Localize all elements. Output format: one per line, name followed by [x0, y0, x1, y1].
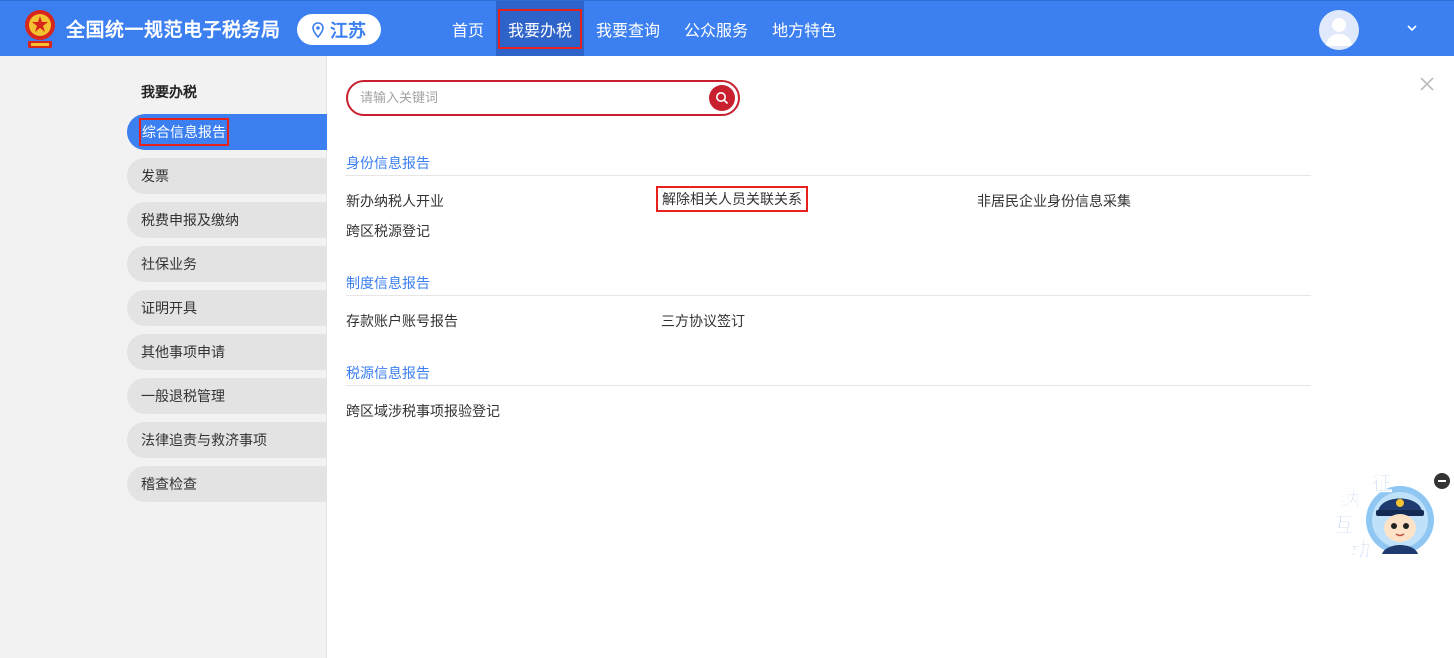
link-new-taxpayer[interactable]: 新办纳税人开业	[346, 191, 444, 211]
search-box	[346, 80, 740, 116]
sidebar-item-label: 一般退税管理	[141, 389, 225, 405]
link-tripartite-agreement[interactable]: 三方协议签订	[661, 311, 745, 331]
sidebar-heading: 我要办税	[141, 85, 197, 101]
widget-char: 动	[1350, 537, 1370, 561]
section-links: 新办纳税人开业 解除相关人员关联关系 非居民企业身份信息采集 跨区税源登记	[346, 176, 1311, 240]
mascot-icon: 征 纳 互 动	[1334, 471, 1434, 561]
link-nonresident-identity[interactable]: 非居民企业身份信息采集	[977, 191, 1131, 211]
sidebar-item-label: 税费申报及缴纳	[141, 213, 239, 229]
section-title: 税源信息报告	[346, 362, 1311, 386]
sidebar-item-tax-declaration[interactable]: 税费申报及缴纳	[127, 202, 327, 238]
nav-label: 公众服务	[684, 21, 749, 40]
sidebar-item-tax-refund[interactable]: 一般退税管理	[127, 378, 327, 414]
link-bank-account-report[interactable]: 存款账户账号报告	[346, 311, 458, 331]
section-tax-source-report: 税源信息报告 跨区域涉税事项报验登记	[346, 362, 1311, 446]
main-content: 身份信息报告 新办纳税人开业 解除相关人员关联关系 非居民企业身份信息采集 跨区…	[327, 56, 1454, 658]
link-cross-region-source[interactable]: 跨区税源登记	[346, 221, 430, 241]
location-pin-icon	[312, 21, 324, 38]
link-cross-region-inspection[interactable]: 跨区域涉税事项报验登记	[346, 401, 500, 421]
sidebar-item-legal-remedy[interactable]: 法律追责与救济事项	[127, 422, 327, 458]
nav-label: 我要办税	[498, 9, 583, 49]
user-avatar[interactable]	[1319, 10, 1359, 50]
nav-label: 地方特色	[772, 21, 837, 40]
nav-home[interactable]: 首页	[440, 1, 496, 57]
search-button[interactable]	[709, 85, 735, 111]
region-name: 江苏	[330, 20, 366, 42]
sidebar-item-other-applications[interactable]: 其他事项申请	[127, 334, 327, 370]
top-header: 全国统一规范电子税务局 江苏 首页 我要办税 我要查询 公众服务 地方特色	[0, 0, 1454, 57]
sidebar-item-comprehensive-report[interactable]: 综合信息报告	[127, 114, 327, 150]
section-title: 制度信息报告	[346, 272, 1311, 296]
sidebar-item-label: 综合信息报告	[139, 118, 229, 146]
region-selector[interactable]: 江苏	[297, 14, 381, 45]
tax-emblem-icon	[25, 10, 55, 48]
sidebar-item-label: 其他事项申请	[141, 345, 225, 361]
widget-char: 征	[1372, 471, 1392, 495]
nav-tax-handling[interactable]: 我要办税	[496, 1, 585, 57]
section-title: 身份信息报告	[346, 152, 1311, 176]
close-icon[interactable]	[1417, 74, 1437, 94]
nav-local-features[interactable]: 地方特色	[760, 1, 848, 57]
widget-char: 互	[1334, 513, 1354, 537]
widget-close-button[interactable]	[1434, 473, 1450, 489]
interaction-widget[interactable]: 征 纳 互 动	[1330, 468, 1440, 568]
nav-label: 首页	[452, 21, 485, 40]
sidebar-menu: 综合信息报告 发票 税费申报及缴纳 社保业务 证明开具 其他事项申请 一般退税管…	[127, 114, 327, 510]
site-title: 全国统一规范电子税务局	[66, 19, 281, 41]
nav-label: 我要查询	[596, 21, 661, 40]
nav-public-service[interactable]: 公众服务	[672, 1, 760, 57]
search-icon	[716, 92, 729, 105]
sidebar-item-label: 发票	[141, 169, 169, 185]
sidebar: 我要办税 综合信息报告 发票 税费申报及缴纳 社保业务 证明开具 其他事项申请 …	[0, 56, 327, 658]
section-links: 存款账户账号报告 三方协议签订	[346, 296, 1311, 356]
sidebar-item-invoice[interactable]: 发票	[127, 158, 327, 194]
sidebar-item-social-insurance[interactable]: 社保业务	[127, 246, 327, 282]
main-nav: 首页 我要办税 我要查询 公众服务 地方特色	[440, 1, 848, 57]
section-system-report: 制度信息报告 存款账户账号报告 三方协议签订	[346, 272, 1311, 356]
link-remove-association[interactable]: 解除相关人员关联关系	[656, 186, 808, 212]
search-input[interactable]	[360, 88, 700, 108]
widget-char: 纳	[1340, 487, 1360, 511]
nav-query[interactable]: 我要查询	[584, 1, 672, 57]
sidebar-item-label: 社保业务	[141, 257, 197, 273]
user-icon	[1326, 18, 1352, 46]
sidebar-item-label: 稽查检查	[141, 477, 197, 493]
chevron-down-icon[interactable]	[1405, 23, 1419, 33]
section-links: 跨区域涉税事项报验登记	[346, 386, 1311, 446]
sidebar-item-inspection[interactable]: 稽查检查	[127, 466, 327, 502]
sidebar-item-label: 证明开具	[141, 301, 197, 317]
section-identity-report: 身份信息报告 新办纳税人开业 解除相关人员关联关系 非居民企业身份信息采集 跨区…	[346, 152, 1311, 240]
sidebar-item-label: 法律追责与救济事项	[141, 433, 267, 449]
sidebar-item-certificate[interactable]: 证明开具	[127, 290, 327, 326]
